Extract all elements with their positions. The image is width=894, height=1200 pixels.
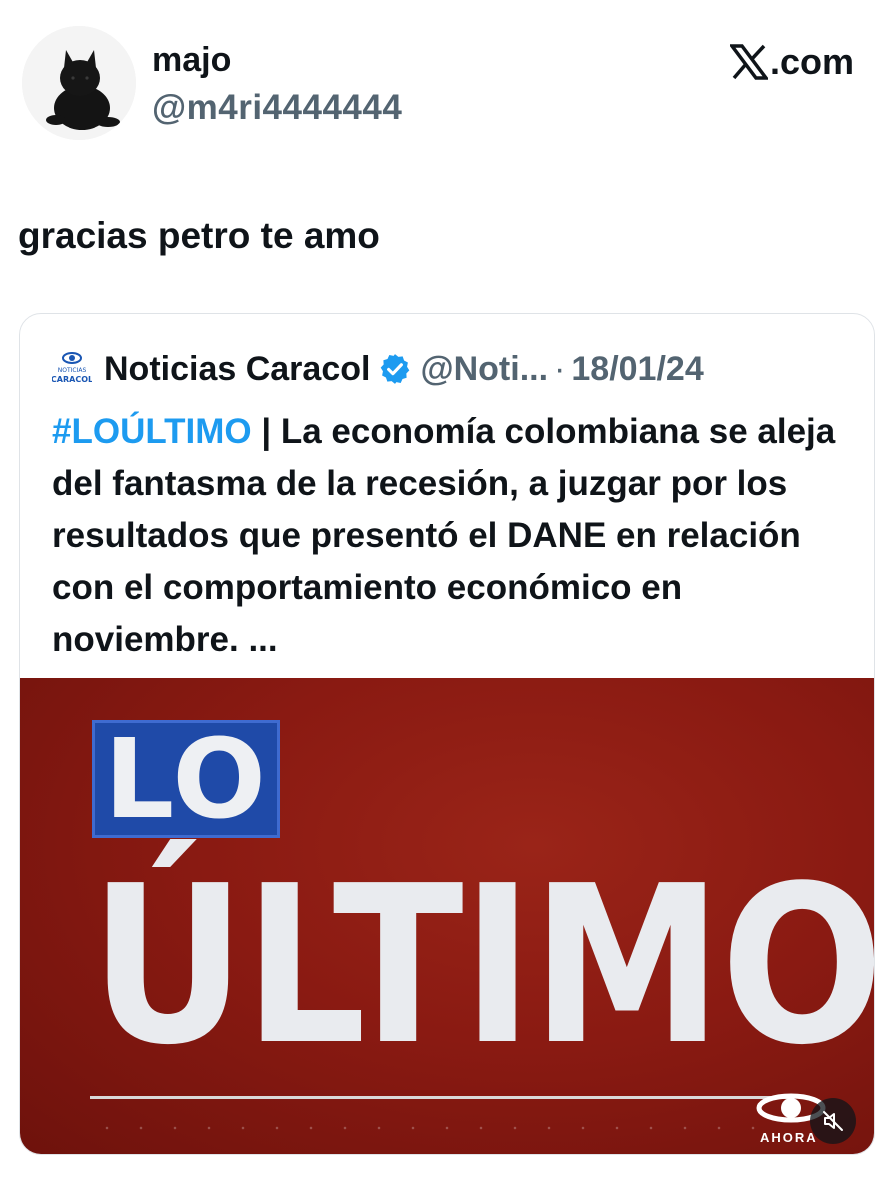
media-title-top: LO <box>104 715 268 843</box>
source-badge: .com <box>729 41 854 82</box>
tweet-text: gracias petro te amo <box>18 215 380 256</box>
svg-text:CARACOL: CARACOL <box>52 375 92 384</box>
quoted-tweet-card[interactable]: NOTICIAS CARACOL Noticias Caracol @Noti.… <box>19 313 875 1155</box>
header-separator: · <box>554 349 566 388</box>
media-divider <box>90 1096 790 1099</box>
quoted-author-handle[interactable]: @Noti... <box>420 350 548 389</box>
source-label: .com <box>769 41 854 82</box>
svg-text:NOTICIAS: NOTICIAS <box>58 367 87 374</box>
quoted-author-name[interactable]: Noticias Caracol <box>104 350 370 389</box>
lo-title-box: LO <box>92 720 280 838</box>
mute-button[interactable] <box>810 1098 856 1144</box>
channel-label: AHORA <box>760 1130 818 1145</box>
quoted-tweet-text: #LOÚLTIMO | La economía colombiana se al… <box>52 406 852 666</box>
avatar[interactable] <box>22 26 136 140</box>
quoted-tweet-header: NOTICIAS CARACOL Noticias Caracol @Noti.… <box>52 344 704 394</box>
author-handle[interactable]: @m4ri4444444 <box>152 88 402 128</box>
quoted-tweet-media[interactable]: LO ÚLTIMO AHORA <box>20 678 875 1154</box>
mute-icon <box>823 1111 843 1131</box>
x-logo-icon <box>729 44 768 80</box>
media-dots-decoration <box>90 1126 770 1130</box>
media-title-bottom: ÚLTIMO <box>90 840 875 1093</box>
verified-badge-icon <box>381 354 410 384</box>
quoted-tweet-date[interactable]: 18/01/24 <box>571 350 703 389</box>
black-cat-avatar-icon <box>22 26 136 140</box>
noticias-caracol-logo: NOTICIAS CARACOL <box>52 352 92 384</box>
author-display-name[interactable]: majo <box>152 40 231 80</box>
hashtag-link[interactable]: #LOÚLTIMO <box>52 412 252 451</box>
